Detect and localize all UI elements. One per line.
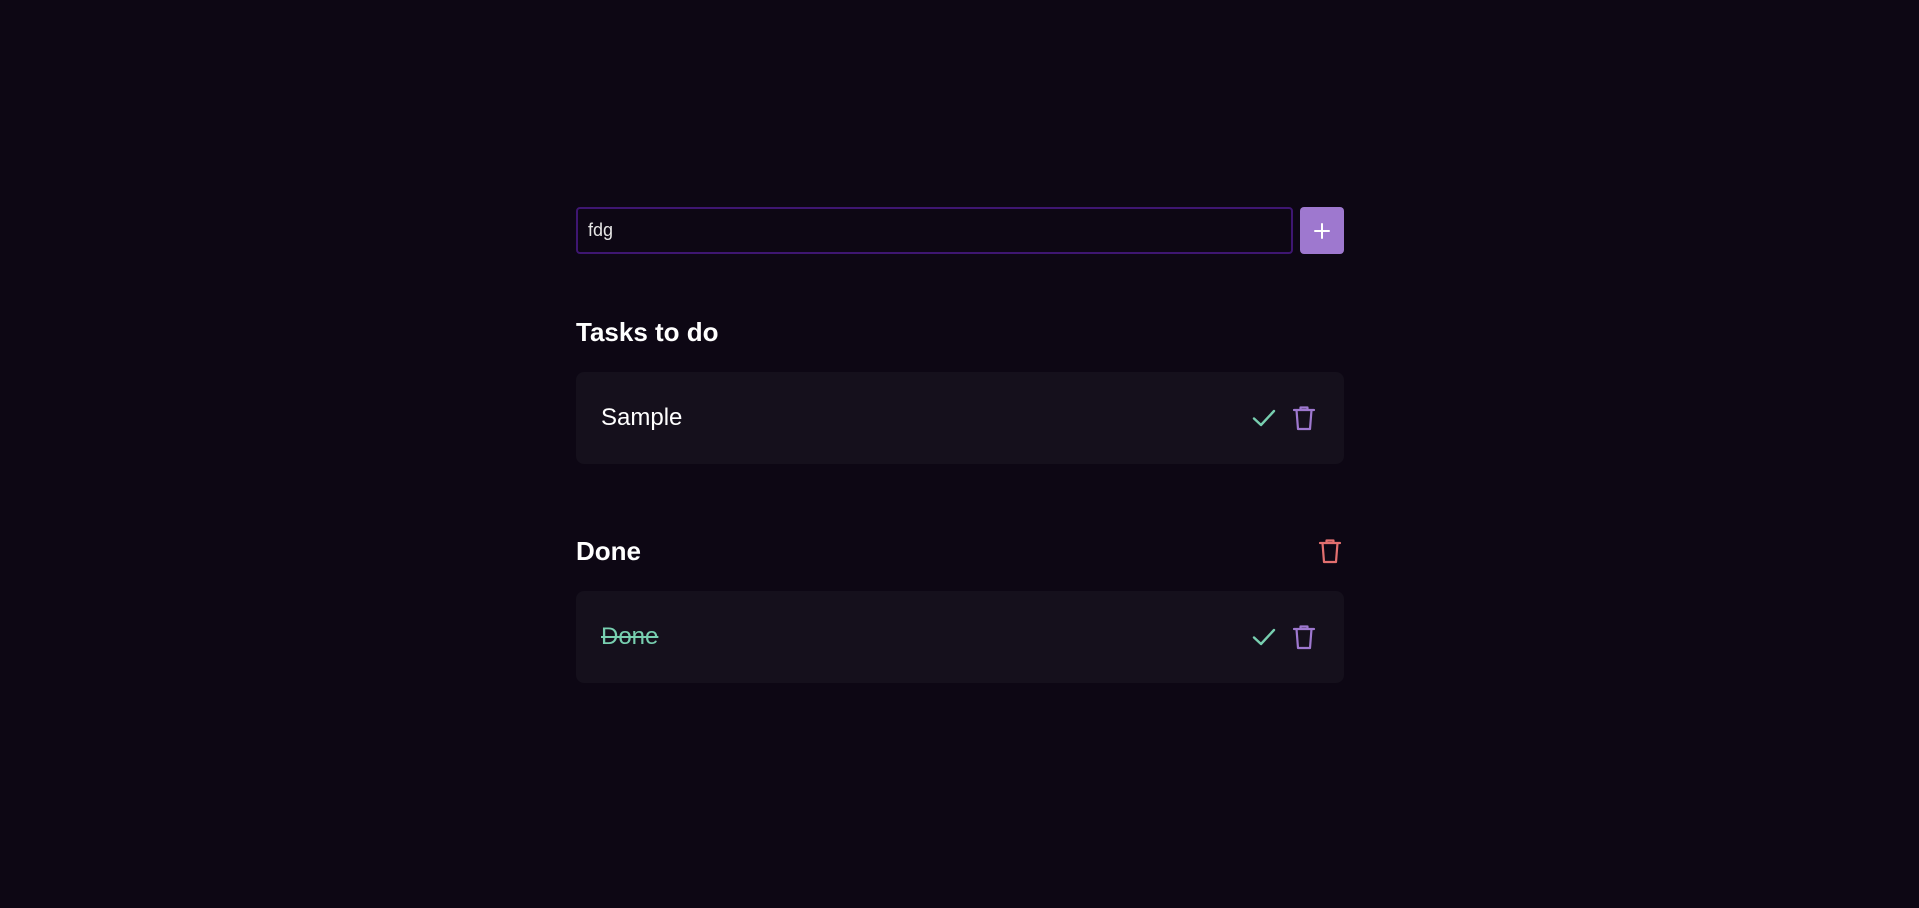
task-label: Sample <box>601 404 683 431</box>
task-actions <box>1249 403 1319 433</box>
todo-section-header: Tasks to do <box>576 314 1344 350</box>
delete-task-button[interactable] <box>1289 622 1319 652</box>
done-section-header: Done <box>576 533 1344 569</box>
clear-done-button[interactable] <box>1316 536 1344 566</box>
done-task-label: Done <box>601 623 659 650</box>
task-card: Sample <box>576 372 1344 464</box>
trash-icon <box>1292 625 1316 650</box>
complete-task-button[interactable] <box>1249 403 1279 433</box>
trash-icon <box>1292 406 1316 431</box>
todo-app: Tasks to do Sample Done <box>576 207 1344 683</box>
complete-task-button[interactable] <box>1249 622 1279 652</box>
new-task-input[interactable] <box>576 207 1293 254</box>
todo-section-title: Tasks to do <box>576 316 719 347</box>
task-actions <box>1249 622 1319 652</box>
check-icon <box>1252 409 1276 427</box>
check-icon <box>1252 628 1276 646</box>
new-task-row <box>576 207 1344 254</box>
done-task-card: Done <box>576 591 1344 683</box>
trash-icon <box>1318 539 1342 564</box>
done-section-title: Done <box>576 535 641 566</box>
plus-icon <box>1314 222 1330 239</box>
add-task-button[interactable] <box>1300 207 1344 254</box>
delete-task-button[interactable] <box>1289 403 1319 433</box>
